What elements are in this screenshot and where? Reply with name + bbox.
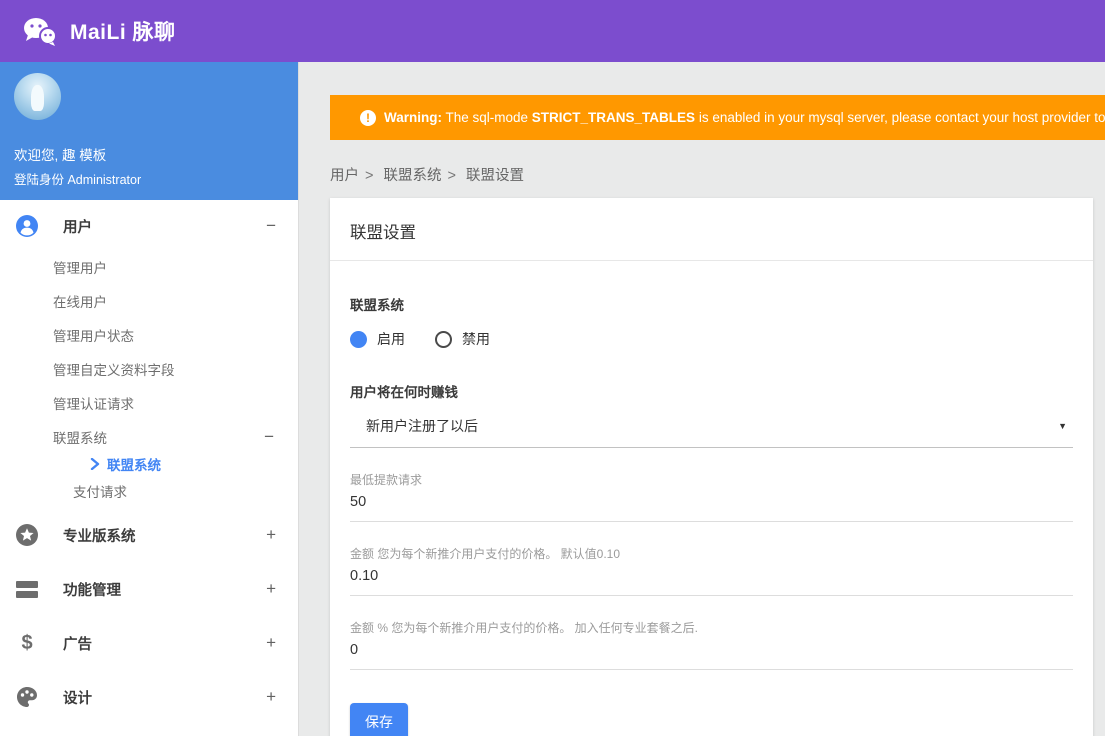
breadcrumb-item-users[interactable]: 用户 [330,168,359,184]
breadcrumb-item-affiliate-system[interactable]: 联盟系统 [384,168,442,184]
expand-icon[interactable]: + [266,579,276,599]
sidebar-item-manage-users[interactable]: 管理用户 [0,250,298,284]
expand-icon[interactable]: + [266,687,276,707]
sidebar-item-user-status[interactable]: 管理用户状态 [0,318,298,352]
breadcrumb: 用户 > 联盟系统 > 联盟设置 [330,164,1105,185]
sidebar-item-payment-requests[interactable]: 支付请求 [0,474,298,508]
sidebar-item-label: 联盟系统 [107,458,161,473]
referral-percent-input[interactable] [350,636,1073,670]
caret-down-icon: ▼ [1058,421,1067,431]
expand-icon[interactable]: + [266,633,276,653]
radio-selected-icon[interactable] [350,330,367,348]
welcome-text: 欢迎您, 趣 模板 [14,148,107,163]
sidebar-item-label: 管理认证请求 [53,397,134,412]
main-content: ! Warning: The sql-mode STRICT_TRANS_TAB… [299,62,1105,736]
sidebar-item-design[interactable]: 设计 + [0,670,298,724]
sidebar-menu: 用户 − 管理用户 在线用户 管理用户状态 管理自定义资料字段 管理认证请求 联… [0,200,298,724]
radio-option-disable[interactable]: 禁用 [435,329,490,349]
sidebar-item-label: 广告 [63,636,92,653]
wechat-bubbles-icon [22,16,58,46]
sidebar-item-label: 在线用户 [53,295,107,310]
radio-option-label: 禁用 [462,331,490,347]
brand: MaiLi 脉聊 [22,16,176,46]
app-title: MaiLi 脉聊 [70,21,176,44]
referral-percent-field: 金额 % 您为每个新推介用户支付的价格。 加入任何专业套餐之后. [350,619,1073,670]
earning-time-select-group: 用户将在何时赚钱 新用户注册了以后 ▼ [350,381,1073,448]
user-circle-icon [15,214,39,238]
warning-text: is enabled in your mysql server, please … [695,110,1105,125]
chevron-right-icon [90,458,100,470]
radio-unselected-icon[interactable] [435,330,452,348]
collapse-icon[interactable]: − [266,216,276,236]
sidebar-item-label: 专业版系统 [63,528,136,545]
min-withdraw-input[interactable] [350,488,1073,522]
expand-icon[interactable]: + [266,525,276,545]
breadcrumb-separator: > [447,168,456,184]
sidebar-item-custom-fields[interactable]: 管理自定义资料字段 [0,352,298,386]
sidebar-item-users[interactable]: 用户 − [0,202,298,250]
sidebar-item-pro-system[interactable]: 专业版系统 + [0,508,298,562]
radio-option-enable[interactable]: 启用 [350,329,405,349]
field-label: 最低提款请求 [350,473,423,487]
radio-group-label: 联盟系统 [350,298,404,313]
stacked-bars-icon [15,577,39,601]
role-text: 登陆身份 Administrator [14,173,142,187]
collapse-icon[interactable]: − [264,427,274,447]
sidebar-item-label: 管理用户状态 [53,329,134,344]
exclamation-circle-icon: ! [360,109,376,126]
sidebar-item-verification-requests[interactable]: 管理认证请求 [0,386,298,420]
sidebar-item-ads[interactable]: $ 广告 + [0,616,298,670]
select-value: 新用户注册了以后 [366,418,478,434]
sidebar-item-label: 管理自定义资料字段 [53,363,175,378]
field-label: 金额 % 您为每个新推介用户支付的价格。 加入任何专业套餐之后. [350,621,699,635]
sidebar-item-label: 管理用户 [53,261,107,276]
save-button[interactable]: 保存 [350,703,408,736]
breadcrumb-item-affiliate-settings: 联盟设置 [466,168,524,184]
sidebar-item-label: 设计 [63,690,92,707]
sidebar: 欢迎您, 趣 模板 登陆身份 Administrator 用户 − 管理用户 在… [0,62,299,736]
avatar [14,73,61,120]
radio-option-label: 启用 [377,331,405,347]
sidebar-item-online-users[interactable]: 在线用户 [0,284,298,318]
field-label: 金额 您为每个新推介用户支付的价格。 默认值0.10 [350,547,621,561]
sidebar-item-label: 联盟系统 [53,431,107,446]
sidebar-item-affiliate-system-active[interactable]: 联盟系统 [0,454,298,474]
star-circle-icon [15,523,39,547]
warning-banner: ! Warning: The sql-mode STRICT_TRANS_TAB… [330,95,1105,140]
palette-icon [15,685,39,709]
breadcrumb-separator: > [365,168,374,184]
select-label: 用户将在何时赚钱 [350,385,458,400]
warning-text: The sql-mode [442,110,532,125]
profile-panel: 欢迎您, 趣 模板 登陆身份 Administrator [0,62,298,200]
affiliate-settings-card: 联盟设置 联盟系统 启用 禁用 用户将在何时赚钱 新用户注册了以后 ▼ 最低提款… [330,198,1093,736]
sidebar-item-label: 支付请求 [73,485,127,500]
earning-time-select[interactable]: 新用户注册了以后 ▼ [350,416,1073,448]
warning-mode: STRICT_TRANS_TABLES [531,110,696,125]
warning-prefix: Warning: [384,110,442,125]
sidebar-item-affiliate-system-parent[interactable]: 联盟系统 − [0,420,298,454]
referral-amount-field: 金额 您为每个新推介用户支付的价格。 默认值0.10 [350,545,1073,596]
min-withdraw-field: 最低提款请求 [350,471,1073,522]
sidebar-item-label: 用户 [63,219,92,236]
sidebar-item-label: 功能管理 [63,582,121,599]
app-header: MaiLi 脉聊 [0,0,1105,62]
referral-amount-input[interactable] [350,562,1073,596]
sidebar-item-feature-management[interactable]: 功能管理 + [0,562,298,616]
card-title: 联盟设置 [330,198,1093,261]
dollar-icon: $ [21,631,33,654]
affiliate-system-radio-group: 联盟系统 启用 禁用 [350,294,1073,349]
